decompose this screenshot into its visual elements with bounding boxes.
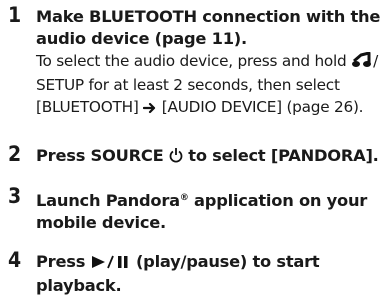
heading-line: audio device (page 11). (36, 29, 247, 48)
heading-text: to select [PANDORA]. (182, 146, 379, 165)
heading-text: Launch Pandora (36, 191, 180, 210)
heading-line: mobile device. (36, 213, 166, 232)
step-heading: Make BLUETOOTH connection with the audio… (36, 6, 384, 50)
power-icon (169, 147, 183, 169)
description-line: [BLUETOOTH] [AUDIO DEVICE] (page 26). (36, 96, 384, 120)
step-content: Launch Pandora® application on your mobi… (36, 187, 384, 234)
step-number: 3 (8, 184, 22, 208)
heading-text: application on your (188, 191, 368, 210)
heading-text: Press SOURCE (36, 146, 169, 165)
step-number: 2 (8, 142, 22, 166)
instruction-page: 1 Make BLUETOOTH connection with the aud… (0, 0, 390, 305)
heading-line: playback. (36, 276, 122, 295)
step-heading: Press SOURCE to select [PANDORA]. (36, 145, 384, 169)
step-heading: Press (play/pause) to start playback. (36, 251, 384, 297)
description-text: To select the audio device, press and ho… (36, 52, 352, 70)
music-note-icon (351, 51, 373, 74)
description-text: / (373, 52, 379, 70)
heading-text: (play/pause) to start (130, 252, 320, 271)
heading-line: Make BLUETOOTH connection with the (36, 7, 381, 26)
step-number: 4 (8, 248, 22, 272)
description-line: To select the audio device, press and ho… (36, 50, 384, 74)
heading-line: Launch Pandora® application on your (36, 187, 384, 212)
description-line: SETUP for at least 2 seconds, then selec… (36, 76, 340, 94)
step-content: Press SOURCE to select [PANDORA]. (36, 145, 384, 169)
step-number: 1 (8, 3, 22, 27)
step-heading: Launch Pandora® application on your mobi… (36, 187, 384, 234)
step-content: Press (play/pause) to start playback. (36, 251, 384, 297)
step-content: Make BLUETOOTH connection with the audio… (36, 6, 384, 120)
step-description: To select the audio device, press and ho… (36, 50, 384, 120)
registered-mark: ® (179, 193, 189, 203)
description-text: [AUDIO DEVICE] (page 26). (157, 98, 364, 116)
arrow-right-icon (143, 98, 157, 120)
heading-line: Press (play/pause) to start (36, 251, 384, 275)
heading-line: Press SOURCE to select [PANDORA]. (36, 145, 384, 169)
heading-text: Press (36, 252, 91, 271)
play-pause-icon (91, 253, 131, 275)
description-text: [BLUETOOTH] (36, 98, 144, 116)
